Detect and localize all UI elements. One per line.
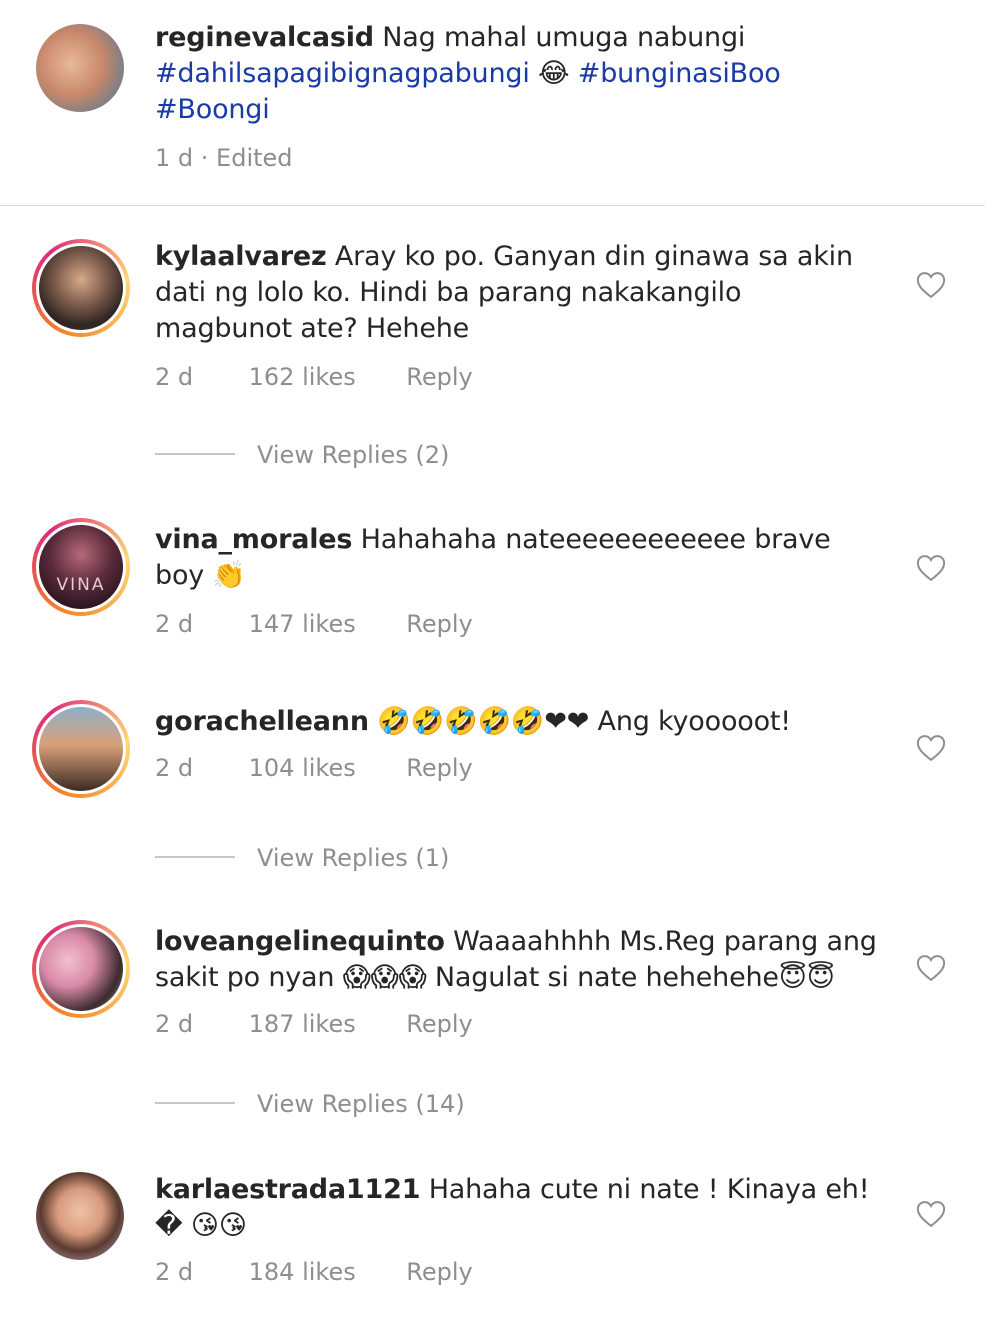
comment-time: 2 d	[155, 1258, 194, 1286]
heart-outline-icon[interactable]	[916, 954, 946, 982]
laughing-emoji: 😂	[538, 58, 570, 89]
avatar[interactable]	[36, 24, 124, 112]
avatar[interactable]	[32, 700, 130, 798]
heart-outline-icon[interactable]	[916, 271, 946, 299]
view-replies-label[interactable]: View Replies (1)	[257, 844, 449, 872]
heart-outline-icon[interactable]	[916, 554, 946, 582]
divider	[155, 856, 235, 858]
divider	[155, 1102, 235, 1104]
comment-meta: 2 d 147 likes Reply	[155, 610, 473, 638]
divider	[0, 205, 985, 206]
view-replies-button[interactable]: View Replies (2)	[155, 441, 449, 469]
view-replies-label[interactable]: View Replies (2)	[257, 441, 449, 469]
comment-item: kylaalvarez Aray ko po. Ganyan din ginaw…	[0, 235, 1000, 475]
comment-username[interactable]: kylaalvarez	[155, 241, 327, 272]
comment-time: 2 d	[155, 1010, 194, 1038]
view-replies-button[interactable]: View Replies (14)	[155, 1090, 465, 1118]
caption-time: 1 d	[155, 144, 194, 172]
comment-text: loveangelinequinto Waaaahhhh Ms.Reg para…	[155, 924, 895, 996]
avatar[interactable]	[32, 239, 130, 337]
comment-username[interactable]: loveangelinequinto	[155, 926, 445, 957]
reply-button[interactable]: Reply	[406, 1010, 472, 1038]
caption-meta: 1 d · Edited	[155, 144, 293, 172]
comment-item: loveangelinequinto Waaaahhhh Ms.Reg para…	[0, 920, 1000, 1120]
comment-meta: 2 d 187 likes Reply	[155, 1010, 473, 1038]
comment-likes[interactable]: 187 likes	[249, 1010, 399, 1038]
avatar[interactable]	[32, 920, 130, 1018]
comment-likes[interactable]: 162 likes	[249, 363, 399, 391]
hashtag-link[interactable]: #Boongi	[155, 94, 270, 125]
comment-item: gorachelleann 🤣🤣🤣🤣🤣❤❤ Ang kyooooot! 2 d …	[0, 700, 1000, 890]
avatar[interactable]	[36, 1172, 124, 1260]
reply-button[interactable]: Reply	[406, 1258, 472, 1286]
reply-button[interactable]: Reply	[406, 363, 472, 391]
comment-meta: 2 d 162 likes Reply	[155, 363, 473, 391]
comment-text: kylaalvarez Aray ko po. Ganyan din ginaw…	[155, 239, 855, 347]
hashtag-link[interactable]: #dahilsapagibignagpabungi	[155, 58, 530, 89]
comment-username[interactable]: karlaestrada1121	[155, 1174, 420, 1205]
caption-body: Nag mahal umuga nabungi	[382, 22, 746, 53]
comment-likes[interactable]: 184 likes	[249, 1258, 399, 1286]
divider	[155, 453, 235, 455]
avatar[interactable]: VINA	[32, 518, 130, 616]
view-replies-label[interactable]: View Replies (14)	[257, 1090, 465, 1118]
heart-outline-icon[interactable]	[916, 1200, 946, 1228]
comment-time: 2 d	[155, 610, 194, 638]
comment-time: 2 d	[155, 363, 194, 391]
caption-text: reginevalcasid Nag mahal umuga nabungi #…	[155, 20, 935, 128]
avatar-text: VINA	[56, 575, 106, 595]
comment-item: karlaestrada1121 Hahaha cute ni nate ! K…	[0, 1168, 1000, 1308]
comment-likes[interactable]: 147 likes	[249, 610, 399, 638]
view-replies-button[interactable]: View Replies (1)	[155, 844, 449, 872]
heart-outline-icon[interactable]	[916, 734, 946, 762]
comment-username[interactable]: vina_morales	[155, 524, 352, 555]
comment-body: 🤣🤣🤣🤣🤣❤❤ Ang kyooooot!	[377, 706, 791, 737]
comment-text: vina_morales Hahahaha nateeeeeeeeeeee br…	[155, 522, 875, 594]
comment-likes[interactable]: 104 likes	[249, 754, 399, 782]
hashtag-link[interactable]: #bunginasiBoo	[578, 58, 781, 89]
comment-meta: 2 d 184 likes Reply	[155, 1258, 473, 1286]
comment-username[interactable]: gorachelleann	[155, 706, 369, 737]
comment-time: 2 d	[155, 754, 194, 782]
comment-meta: 2 d 104 likes Reply	[155, 754, 473, 782]
comment-item: VINA vina_morales Hahahaha nateeeeeeeeee…	[0, 518, 1000, 648]
caption-username[interactable]: reginevalcasid	[155, 22, 374, 53]
reply-button[interactable]: Reply	[406, 754, 472, 782]
caption-block: reginevalcasid Nag mahal umuga nabungi #…	[0, 0, 1000, 205]
comment-text: karlaestrada1121 Hahaha cute ni nate ! K…	[155, 1172, 875, 1244]
comment-text: gorachelleann 🤣🤣🤣🤣🤣❤❤ Ang kyooooot!	[155, 704, 875, 740]
caption-edited: · Edited	[200, 144, 293, 172]
reply-button[interactable]: Reply	[406, 610, 472, 638]
